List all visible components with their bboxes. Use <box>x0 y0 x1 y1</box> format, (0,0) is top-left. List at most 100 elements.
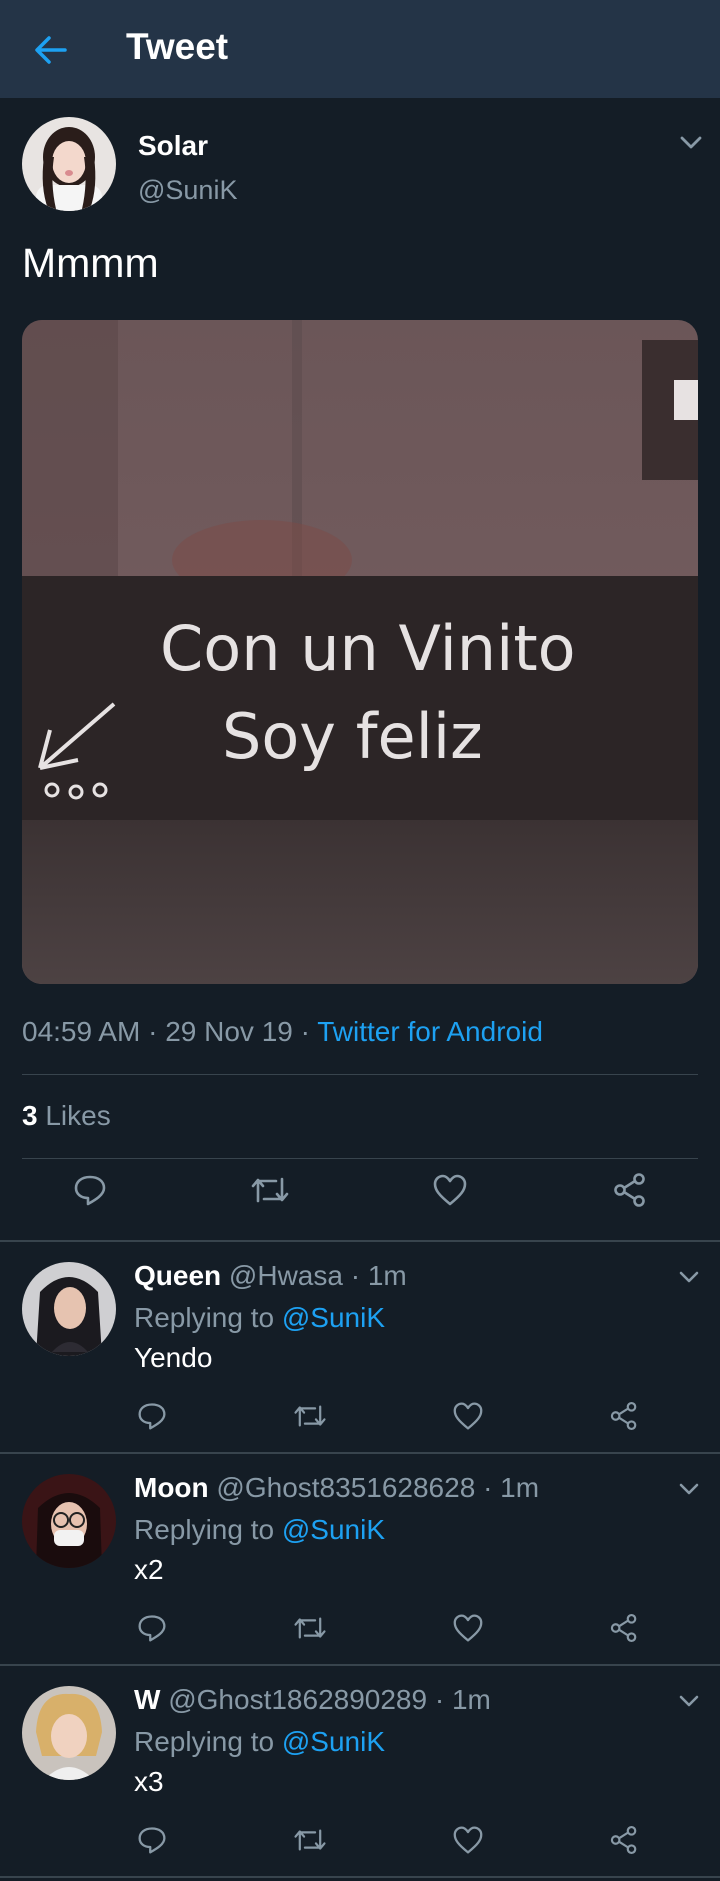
replying-to: Replying to @SuniK <box>134 1514 385 1546</box>
retweet-button[interactable] <box>288 1818 332 1862</box>
replying-to: Replying to @SuniK <box>134 1726 385 1758</box>
share-button[interactable] <box>602 1394 646 1438</box>
comment-icon <box>137 1613 167 1643</box>
reply-actions <box>0 1394 720 1434</box>
retweet-icon <box>250 1173 290 1207</box>
avatar[interactable] <box>22 1474 116 1568</box>
reply-actions <box>0 1818 720 1858</box>
reply-author-handle[interactable]: @Ghost8351628628 <box>216 1472 475 1503</box>
reply-time: 1m <box>451 1684 491 1715</box>
like-button[interactable] <box>446 1394 490 1438</box>
mention-link[interactable]: @SuniK <box>282 1726 385 1757</box>
tweet-menu-button[interactable] <box>674 1686 704 1716</box>
tweet-date: 29 Nov 19 <box>165 1016 293 1047</box>
avatar[interactable] <box>22 1686 116 1780</box>
reply-author-name[interactable]: Moon <box>134 1472 209 1503</box>
app-header: Tweet <box>0 0 720 98</box>
tweet-time: 04:59 AM <box>22 1016 141 1047</box>
tweet-actions <box>0 1168 720 1224</box>
reply-header: W @Ghost1862890289 · 1m <box>134 1684 491 1716</box>
reply-text: Yendo <box>134 1342 213 1373</box>
reply-button[interactable] <box>130 1606 174 1650</box>
reply-author-name[interactable]: W <box>134 1684 160 1715</box>
heart-icon <box>452 1613 484 1643</box>
avatar[interactable] <box>22 117 116 211</box>
comment-icon <box>137 1401 167 1431</box>
reply-time: 1m <box>500 1472 540 1503</box>
chevron-down-icon <box>678 1694 700 1708</box>
replying-label: Replying to <box>134 1514 275 1545</box>
tweet-menu-button[interactable] <box>674 1474 704 1504</box>
like-button[interactable] <box>428 1168 472 1212</box>
divider <box>22 1158 698 1159</box>
comment-icon <box>73 1173 107 1207</box>
replying-to: Replying to @SuniK <box>134 1302 385 1334</box>
retweet-button[interactable] <box>288 1394 332 1438</box>
reply-header: Moon @Ghost8351628628 · 1m <box>134 1472 539 1504</box>
share-icon <box>612 1172 648 1208</box>
likes-number: 3 <box>22 1100 38 1131</box>
retweet-icon <box>293 1825 327 1855</box>
page-title: Tweet <box>126 26 229 67</box>
tweet-image[interactable]: Con un Vinito Soy feliz <box>22 320 698 984</box>
meta-separator: · <box>148 1016 158 1047</box>
replying-label: Replying to <box>134 1726 275 1757</box>
mention-link[interactable]: @SuniK <box>282 1514 385 1545</box>
reply-author-name[interactable]: Queen <box>134 1260 221 1291</box>
likes-label: Likes <box>45 1100 111 1131</box>
retweet-button[interactable] <box>248 1168 292 1212</box>
reply-author-handle[interactable]: @Ghost1862890289 <box>168 1684 427 1715</box>
reply-button[interactable] <box>68 1168 112 1212</box>
heart-icon <box>432 1173 468 1207</box>
share-icon <box>609 1825 639 1855</box>
meta-separator: · <box>434 1684 445 1715</box>
arrow-left-icon <box>33 35 67 65</box>
like-button[interactable] <box>446 1606 490 1650</box>
meta-separator: · <box>483 1472 493 1503</box>
chevron-down-icon <box>679 135 703 151</box>
reply-text: x3 <box>134 1766 164 1797</box>
divider <box>22 1074 698 1075</box>
reply-header: Queen @Hwasa · 1m <box>134 1260 407 1292</box>
divider <box>0 1876 720 1878</box>
image-text-line-2: Soy feliz <box>222 700 483 773</box>
meta-separator: · <box>300 1016 310 1047</box>
tweet-source-link[interactable]: Twitter for Android <box>317 1016 543 1047</box>
reply-actions <box>0 1606 720 1646</box>
reply-author-handle[interactable]: @Hwasa <box>229 1260 343 1291</box>
avatar[interactable] <box>22 1262 116 1356</box>
share-button[interactable] <box>608 1168 652 1212</box>
reply-button[interactable] <box>130 1394 174 1438</box>
share-button[interactable] <box>602 1606 646 1650</box>
reply-text: x2 <box>134 1554 164 1585</box>
author-handle[interactable]: @SuniK <box>138 175 237 206</box>
reply-tweet[interactable]: Moon @Ghost8351628628 · 1m Replying to @… <box>0 1454 720 1666</box>
comment-icon <box>137 1825 167 1855</box>
reply-tweet[interactable]: Queen @Hwasa · 1m Replying to @SuniK Yen… <box>0 1242 720 1454</box>
back-button[interactable] <box>30 30 70 70</box>
likes-count[interactable]: 3 Likes <box>22 1100 111 1132</box>
tweet-menu-button[interactable] <box>676 128 706 158</box>
share-button[interactable] <box>602 1818 646 1862</box>
reply-button[interactable] <box>130 1818 174 1862</box>
retweet-icon <box>293 1401 327 1431</box>
retweet-icon <box>293 1613 327 1643</box>
replying-label: Replying to <box>134 1302 275 1333</box>
heart-icon <box>452 1825 484 1855</box>
chevron-down-icon <box>678 1482 700 1496</box>
chevron-down-icon <box>678 1270 700 1284</box>
tweet-menu-button[interactable] <box>674 1262 704 1292</box>
share-icon <box>609 1401 639 1431</box>
share-icon <box>609 1613 639 1643</box>
author-name[interactable]: Solar <box>138 130 208 162</box>
reply-tweet[interactable]: W @Ghost1862890289 · 1m Replying to @Sun… <box>0 1666 720 1878</box>
image-text-line-1: Con un Vinito <box>160 612 576 685</box>
like-button[interactable] <box>446 1818 490 1862</box>
tweet-text: Mmmm <box>22 240 159 286</box>
meta-separator: · <box>350 1260 361 1291</box>
reply-time: 1m <box>367 1260 407 1291</box>
mention-link[interactable]: @SuniK <box>282 1302 385 1333</box>
heart-icon <box>452 1401 484 1431</box>
tweet-meta: 04:59 AM · 29 Nov 19 · Twitter for Andro… <box>22 1016 543 1048</box>
retweet-button[interactable] <box>288 1606 332 1650</box>
